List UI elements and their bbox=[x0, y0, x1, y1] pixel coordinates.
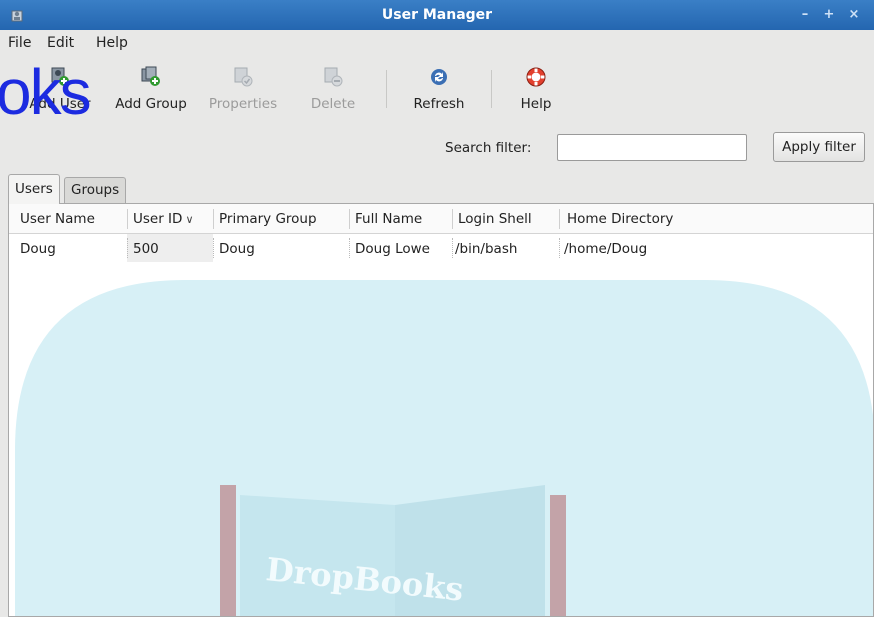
toolbar: Add User Add Group Properties Delete Ref… bbox=[0, 56, 874, 124]
search-row: Search filter: Apply filter bbox=[0, 128, 874, 168]
refresh-icon bbox=[431, 69, 447, 85]
tab-groups[interactable]: Groups bbox=[64, 177, 127, 204]
help-button[interactable]: Help bbox=[512, 64, 560, 120]
users-table: DropBooks User Name User ID ∨ Primary Gro… bbox=[8, 203, 874, 617]
menu-edit[interactable]: Edit bbox=[47, 35, 74, 51]
maximize-icon[interactable]: + bbox=[818, 5, 840, 25]
delete-icon bbox=[324, 67, 343, 87]
cell-user-id: 500 bbox=[133, 241, 159, 257]
refresh-label: Refresh bbox=[413, 96, 465, 112]
add-group-label: Add Group bbox=[115, 96, 187, 112]
tab-bar: Users Groups bbox=[8, 174, 868, 204]
minimize-icon[interactable]: – bbox=[794, 5, 816, 25]
column-header-full-name[interactable]: Full Name bbox=[355, 211, 422, 227]
table-row[interactable]: Doug 500 Doug Doug Lowe /bin/bash /home/… bbox=[9, 234, 873, 262]
column-header-user-id[interactable]: User ID ∨ bbox=[133, 211, 194, 227]
watermark-overlay-text: oks bbox=[0, 56, 92, 128]
close-icon[interactable]: × bbox=[843, 5, 865, 25]
add-group-icon bbox=[141, 66, 160, 86]
window-title: User Manager bbox=[381, 7, 493, 23]
column-header-user-name[interactable]: User Name bbox=[20, 211, 95, 227]
properties-icon bbox=[234, 67, 253, 87]
cell-home-directory: /home/Doug bbox=[564, 241, 648, 257]
dropbooks-watermark-logo: DropBooks bbox=[15, 280, 873, 616]
menu-file[interactable]: File bbox=[8, 35, 31, 51]
search-filter-label: Search filter: bbox=[445, 140, 532, 156]
table-header: User Name User ID ∨ Primary Group Full Na… bbox=[9, 204, 873, 234]
cell-login-shell: /bin/bash bbox=[455, 241, 518, 257]
help-label: Help bbox=[520, 96, 552, 112]
menu-help[interactable]: Help bbox=[96, 35, 128, 51]
tab-users[interactable]: Users bbox=[8, 174, 60, 204]
properties-label: Properties bbox=[208, 96, 278, 112]
add-group-button[interactable]: Add Group bbox=[110, 64, 192, 120]
cell-user-name: Doug bbox=[20, 241, 56, 257]
column-header-login-shell[interactable]: Login Shell bbox=[458, 211, 532, 227]
column-header-home-directory[interactable]: Home Directory bbox=[567, 211, 673, 227]
delete-label: Delete bbox=[310, 96, 356, 112]
properties-button[interactable]: Properties bbox=[200, 64, 286, 120]
menu-bar: File Edit Help bbox=[0, 30, 874, 56]
column-header-primary-group[interactable]: Primary Group bbox=[219, 211, 317, 227]
search-filter-input[interactable] bbox=[557, 134, 747, 161]
delete-button[interactable]: Delete bbox=[298, 64, 368, 120]
cell-primary-group: Doug bbox=[219, 241, 255, 257]
toolbar-separator bbox=[491, 70, 492, 108]
apply-filter-button[interactable]: Apply filter bbox=[773, 132, 865, 162]
toolbar-separator bbox=[386, 70, 387, 108]
title-bar: User Manager – + × bbox=[0, 0, 874, 30]
lifebuoy-help-icon bbox=[526, 67, 546, 87]
cell-full-name: Doug Lowe bbox=[355, 241, 430, 257]
refresh-button[interactable]: Refresh bbox=[406, 64, 472, 120]
sort-descending-icon: ∨ bbox=[185, 213, 194, 226]
